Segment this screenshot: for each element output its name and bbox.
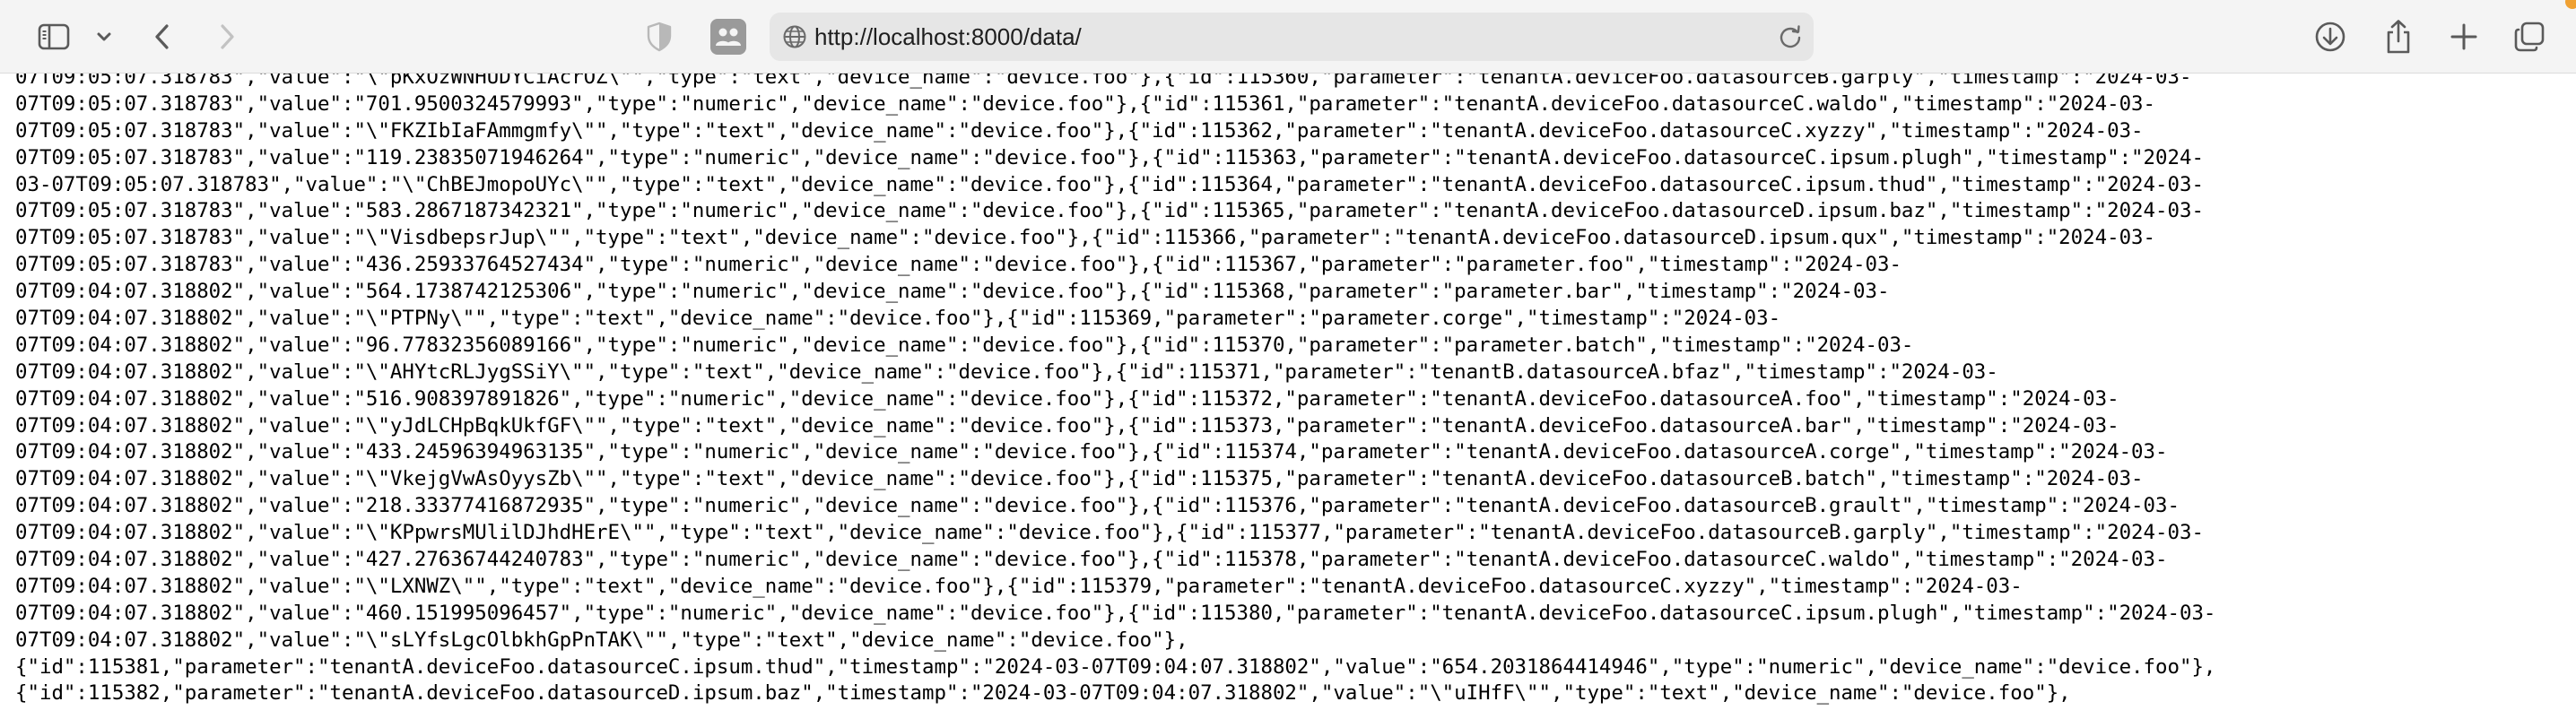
globe-icon — [782, 24, 807, 54]
json-text-line: 07T09:04:07.318802","value":"433.2459639… — [15, 440, 2168, 464]
chevron-left-icon[interactable] — [149, 15, 176, 58]
json-response-body: 07T09:05:07.318783","value":"\"pKxOzWNHU… — [15, 74, 2215, 707]
url-text[interactable]: http://localhost:8000/data/ — [814, 13, 1082, 61]
json-text-line: {"id":115382,"parameter":"tenantA.device… — [15, 681, 2071, 706]
sidebar-icon[interactable] — [34, 15, 74, 58]
json-text-line: 07T09:04:07.318802","value":"\"LXNWZ\"",… — [15, 574, 2023, 598]
tabs-overview-icon[interactable] — [2511, 15, 2547, 58]
json-text-line: 07T09:04:07.318802","value":"\"sLYfsLgcO… — [15, 628, 1188, 652]
json-text-line: 07T09:05:07.318783","value":"701.9500324… — [15, 91, 2156, 116]
people-icon[interactable] — [709, 15, 748, 58]
json-text-line: {"id":115381,"parameter":"tenantA.device… — [15, 654, 2216, 679]
json-text-line: 07T09:05:07.318783","value":"119.2383507… — [15, 145, 2204, 169]
json-text-line: 07T09:04:07.318802","value":"\"yJdLCHpBq… — [15, 413, 2119, 437]
json-text-line: 07T09:05:07.318783","value":"\"FKZIbIaFA… — [15, 118, 2144, 143]
shield-icon[interactable] — [644, 15, 674, 58]
chevron-right-icon[interactable] — [213, 15, 240, 58]
json-text-line: 07T09:04:07.318802","value":"96.77832356… — [15, 333, 1914, 357]
address-bar[interactable]: http://localhost:8000/data/ — [770, 13, 1814, 61]
page-content: 07T09:05:07.318783","value":"\"pKxOzWNHU… — [0, 74, 2576, 719]
json-text-line: 07T09:04:07.318802","value":"\"KPpwrsMUl… — [15, 521, 2204, 545]
json-text-line: 07T09:04:07.318802","value":"516.9083978… — [15, 386, 2119, 411]
reload-icon[interactable] — [1778, 24, 1803, 54]
share-icon[interactable] — [2380, 15, 2416, 58]
json-text-line: 07T09:04:07.318802","value":"564.1738742… — [15, 280, 1890, 304]
notification-dot — [2565, 0, 2576, 9]
chevron-down-icon[interactable] — [93, 15, 115, 58]
json-text-line: 07T09:04:07.318802","value":"\"PTPNy\"",… — [15, 307, 1781, 331]
json-text-line: 07T09:05:07.318783","value":"\"pKxOzWNHU… — [15, 74, 2192, 89]
json-text-line: 07T09:05:07.318783","value":"583.2867187… — [15, 199, 2204, 223]
json-text-line: 07T09:04:07.318802","value":"460.1519950… — [15, 601, 2216, 625]
download-icon[interactable] — [2312, 15, 2348, 58]
json-text-line: 07T09:04:07.318802","value":"218.3337741… — [15, 494, 2180, 518]
browser-toolbar: http://localhost:8000/data/ — [0, 0, 2576, 74]
json-text-line: 07T09:05:07.318783","value":"\"Visdbepsr… — [15, 226, 2156, 250]
json-text-line: 03-07T09:05:07.318783","value":"\"ChBEJm… — [15, 172, 2204, 196]
json-text-line: 07T09:04:07.318802","value":"\"VkejgVwAs… — [15, 467, 2144, 491]
plus-icon[interactable] — [2447, 15, 2481, 58]
json-text-line: 07T09:04:07.318802","value":"427.2763674… — [15, 548, 2168, 572]
json-text-line: 07T09:05:07.318783","value":"436.2593376… — [15, 253, 1902, 277]
json-text-line: 07T09:04:07.318802","value":"\"AHYtcRLJy… — [15, 360, 1998, 384]
